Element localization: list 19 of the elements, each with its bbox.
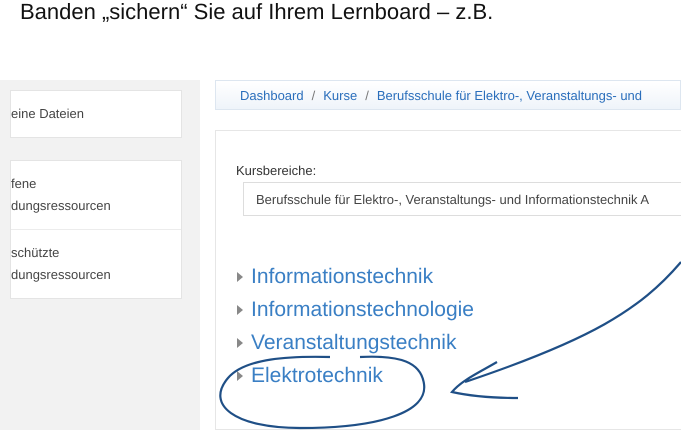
category-link[interactable]: Informationstechnik: [251, 265, 434, 289]
category-link[interactable]: Veranstaltungstechnik: [251, 331, 456, 355]
category-link[interactable]: Informationstechnologie: [251, 298, 474, 322]
category-link[interactable]: Elektrotechnik: [251, 364, 383, 388]
breadcrumb-link[interactable]: Dashboard: [240, 88, 304, 102]
breadcrumb-separator: /: [365, 88, 369, 102]
breadcrumb-link[interactable]: Kurse: [323, 88, 358, 102]
expand-triangle-icon[interactable]: [236, 272, 244, 282]
expand-triangle-icon[interactable]: [236, 305, 244, 315]
sidebar-item[interactable]: eine Dateien: [11, 91, 181, 137]
heading-text: Banden „sichern“ Sie auf Ihrem Lernboard – z.B.: [19, 0, 494, 24]
field-label: Kursbereiche:: [236, 163, 318, 178]
expand-triangle-icon[interactable]: [236, 371, 244, 381]
breadcrumb-link[interactable]: Berufsschule für Elektro-, Veranstaltungs- und: [376, 88, 642, 102]
breadcrumb-separator: /: [312, 88, 316, 102]
sidebar-item[interactable]: fene dungsressourcen: [11, 161, 181, 229]
expand-triangle-icon[interactable]: [236, 338, 244, 348]
sidebar-item[interactable]: schützte dungsressourcen: [11, 229, 181, 298]
category-select[interactable]: Berufsschule für Elektro-, Veranstaltungs- und Informationstechnik A: [243, 182, 681, 216]
